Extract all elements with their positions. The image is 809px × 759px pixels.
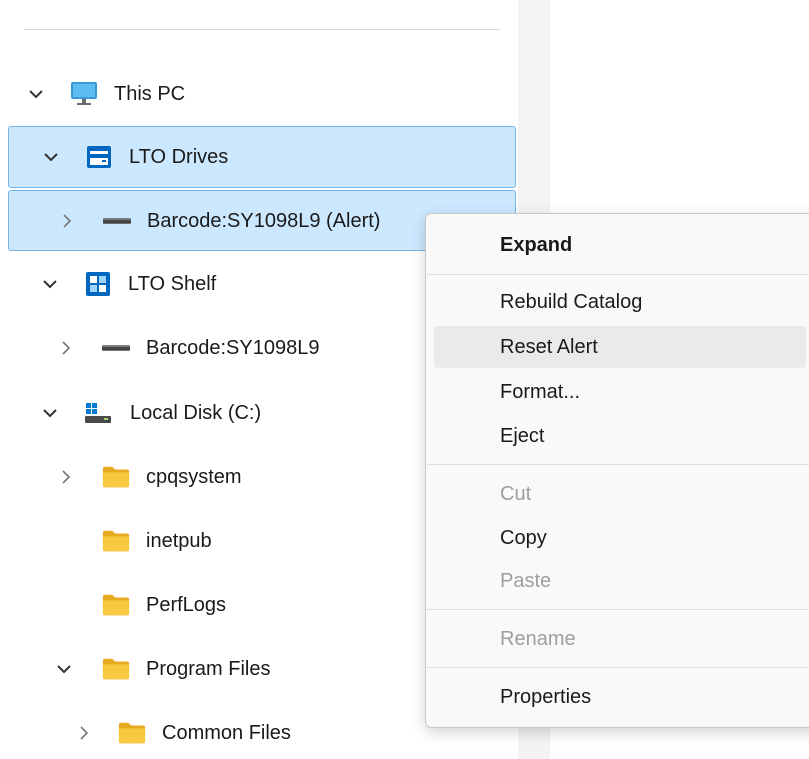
tree-item-label: inetpub	[146, 530, 212, 552]
menu-separator	[427, 274, 809, 275]
tree-item-label: Common Files	[162, 722, 291, 744]
menu-item-eject[interactable]: Eject	[434, 415, 806, 457]
folder-icon	[118, 719, 146, 747]
lto-shelf-icon	[84, 270, 112, 298]
chevron-right-icon[interactable]	[74, 723, 94, 743]
menu-item-properties[interactable]: Properties	[434, 676, 806, 718]
chevron-right-icon[interactable]	[57, 211, 77, 231]
folder-icon	[102, 591, 130, 619]
menu-separator	[427, 667, 809, 668]
tree-item-label: LTO Drives	[129, 146, 229, 168]
folder-icon	[102, 655, 130, 683]
menu-item-label: Rename	[500, 628, 576, 650]
menu-item-reset-alert[interactable]: Reset Alert	[434, 326, 806, 368]
tree-item-lto-drives[interactable]: LTO Drives	[8, 126, 516, 188]
tree-item-label: LTO Shelf	[128, 273, 217, 295]
chevron-down-icon[interactable]	[54, 659, 74, 679]
chevron-down-icon[interactable]	[40, 274, 60, 294]
tree-item-label: Program Files	[146, 658, 271, 680]
tape-icon	[102, 334, 130, 362]
menu-item-label: Reset Alert	[500, 336, 598, 358]
menu-item-label: Rebuild Catalog	[500, 291, 643, 313]
tree-item-this-pc[interactable]: This PC	[8, 64, 516, 124]
menu-item-copy[interactable]: Copy	[434, 517, 806, 559]
folder-icon	[102, 463, 130, 491]
lto-drive-icon	[85, 143, 113, 171]
menu-item-expand[interactable]: Expand	[434, 224, 806, 266]
menu-item-label: Copy	[500, 527, 547, 549]
tree-item-label: PerfLogs	[146, 594, 227, 616]
chevron-down-icon[interactable]	[26, 84, 46, 104]
tree-item-label: Barcode:SY1098L9 (Alert)	[147, 210, 381, 232]
chevron-down-icon[interactable]	[41, 147, 61, 167]
chevron-right-icon[interactable]	[56, 338, 76, 358]
menu-item-label: Cut	[500, 483, 532, 505]
menu-item-label: Expand	[500, 234, 573, 256]
menu-item-label: Eject	[500, 425, 545, 447]
folder-icon	[102, 527, 130, 555]
menu-item-label: Format...	[500, 381, 581, 403]
menu-item-paste: Paste	[434, 560, 806, 602]
menu-separator	[427, 464, 809, 465]
tree-item-label: Barcode:SY1098L9	[146, 337, 320, 359]
context-menu: Expand Rebuild Catalog Reset Alert Forma…	[425, 213, 809, 728]
local-disk-icon	[84, 399, 112, 427]
menu-item-rebuild-catalog[interactable]: Rebuild Catalog	[434, 281, 806, 323]
menu-item-cut: Cut	[434, 473, 806, 515]
tree-item-label: Local Disk (C:)	[130, 402, 262, 424]
menu-item-rename: Rename	[434, 618, 806, 660]
chevron-down-icon[interactable]	[40, 403, 60, 423]
menu-item-format[interactable]: Format...	[434, 371, 806, 413]
chevron-right-icon[interactable]	[56, 467, 76, 487]
tree-item-label: cpqsystem	[146, 466, 242, 488]
menu-item-label: Paste	[500, 570, 552, 592]
monitor-icon	[70, 80, 98, 108]
menu-separator	[427, 609, 809, 610]
menu-item-label: Properties	[500, 686, 592, 708]
tape-icon	[103, 207, 131, 235]
tree-item-label: This PC	[114, 83, 186, 105]
